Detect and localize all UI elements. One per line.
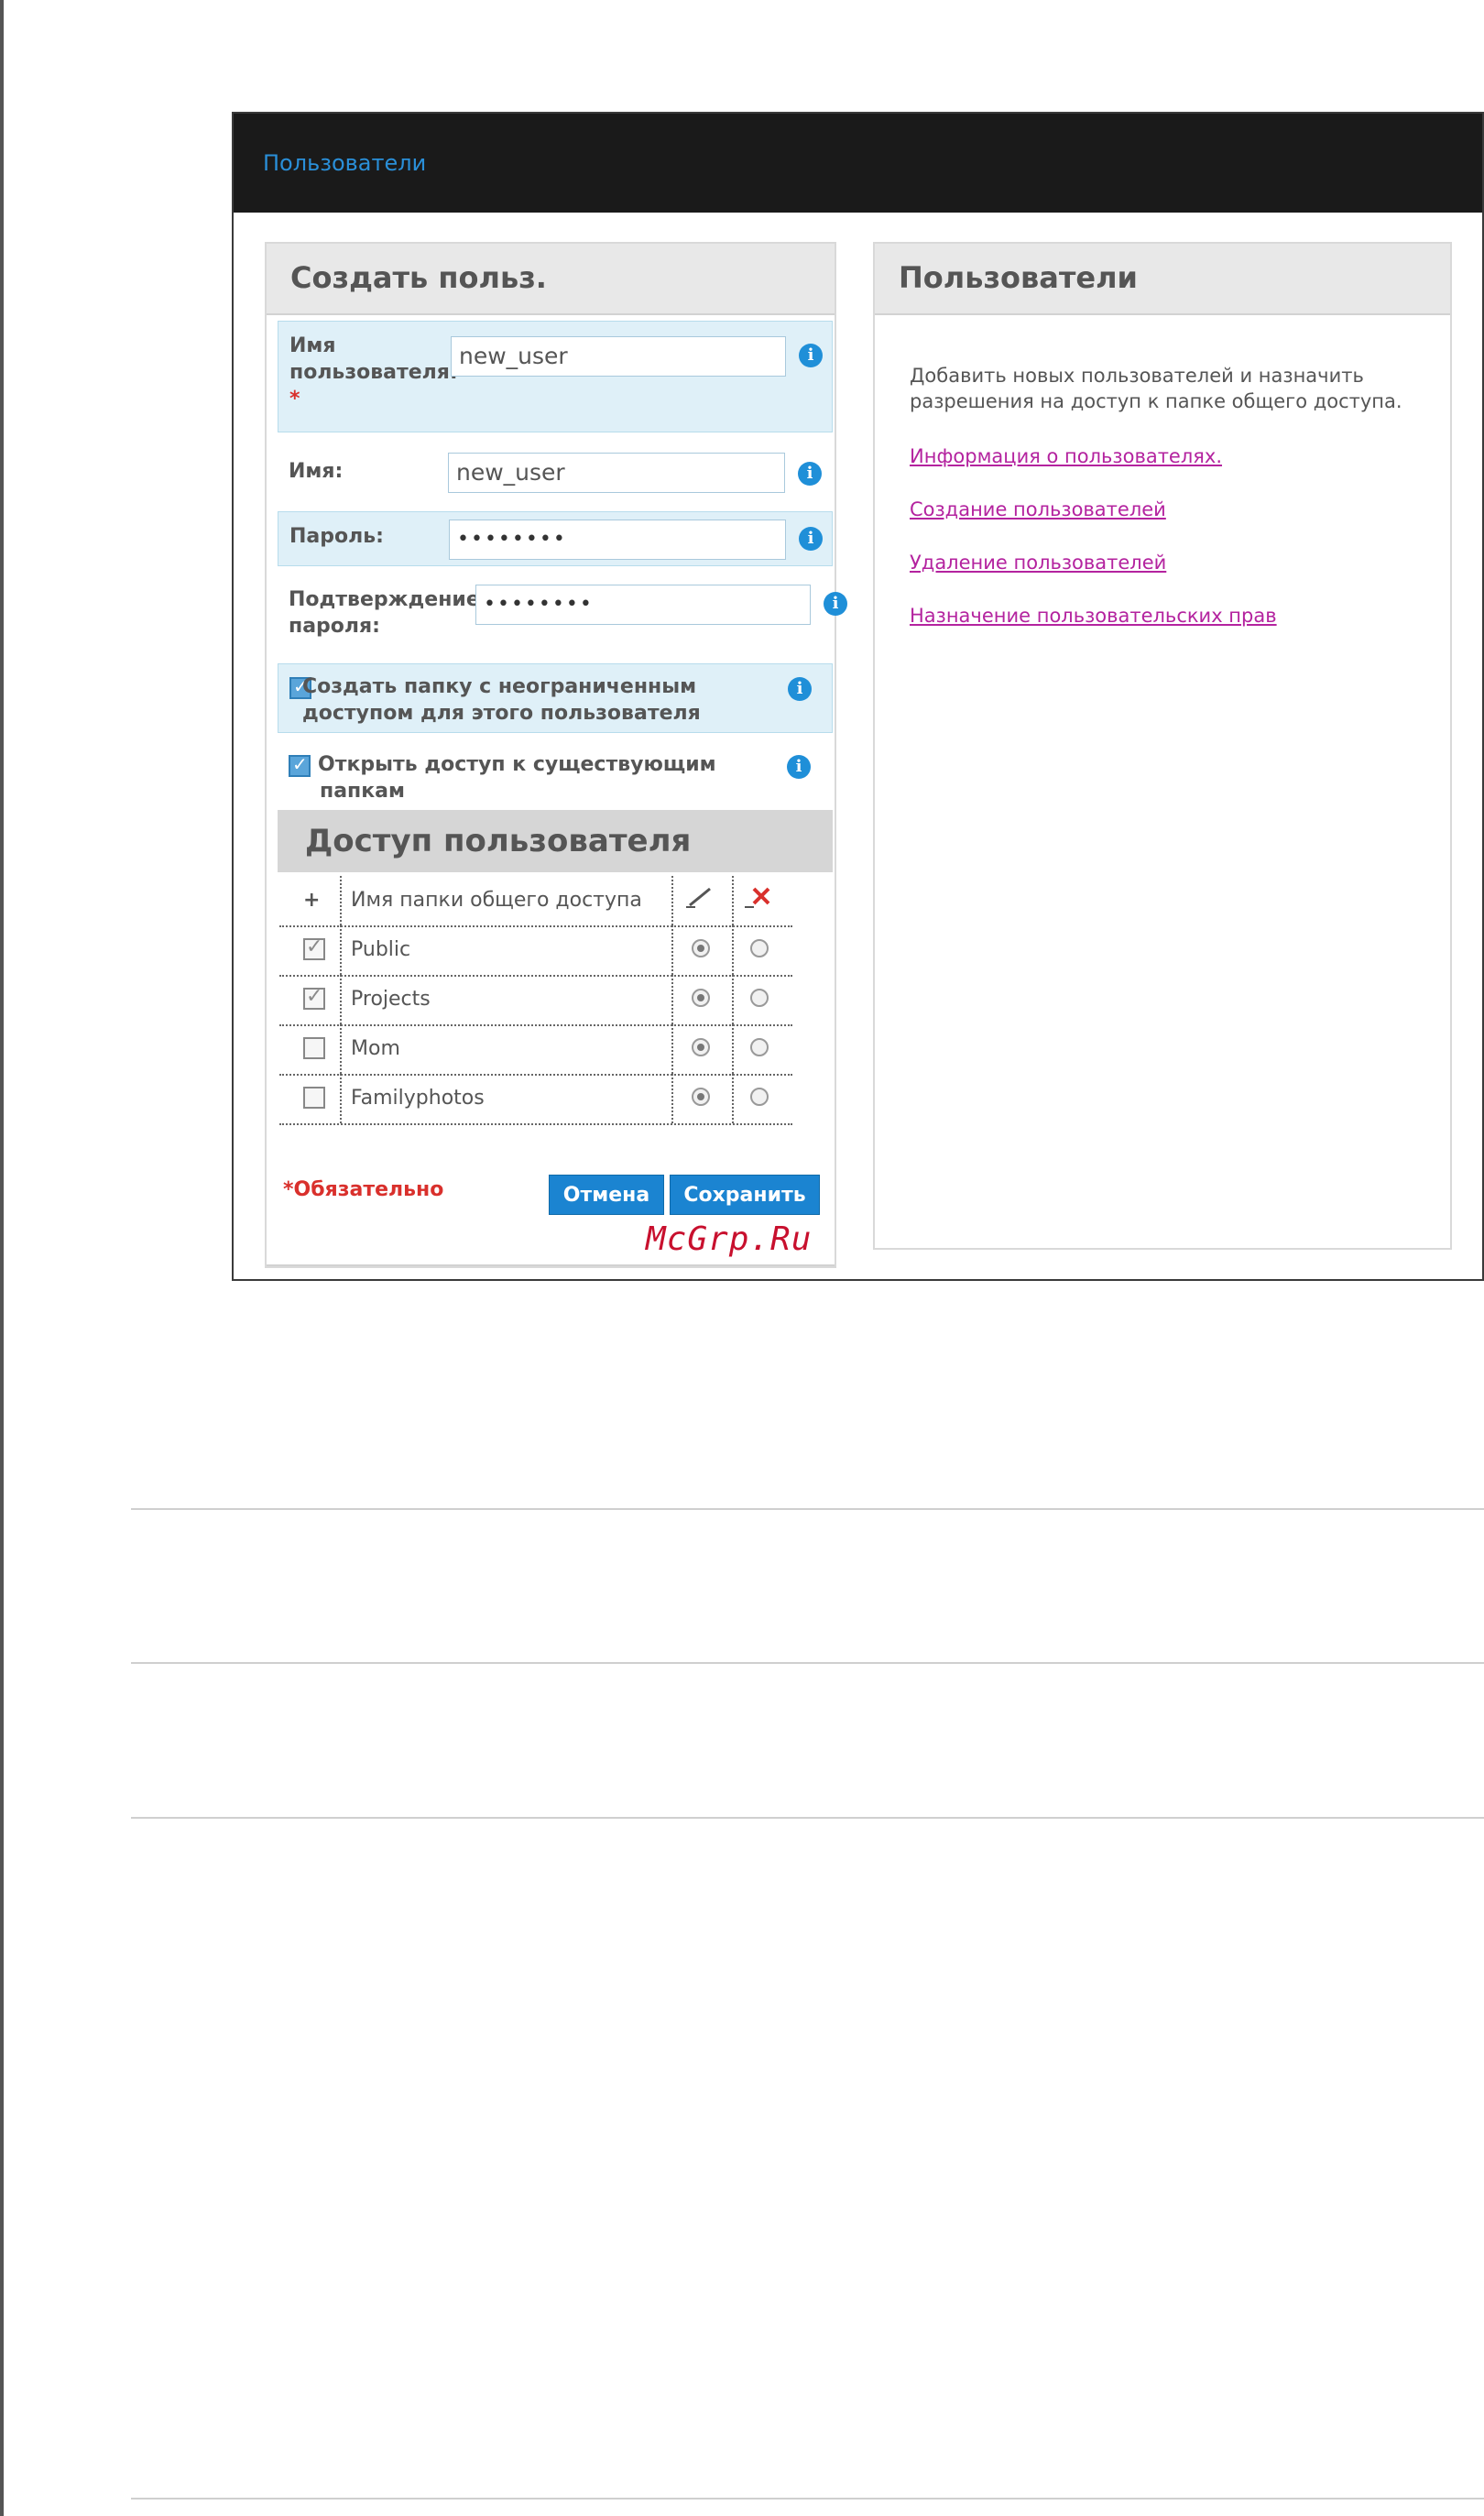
- write-access-radio[interactable]: [692, 1038, 710, 1056]
- link-delete-users[interactable]: Удаление пользователей: [910, 552, 1166, 574]
- username-label: Имя пользователя: *: [289, 334, 458, 410]
- name-row: Имя: new_user i: [278, 442, 833, 504]
- link-assign-rights[interactable]: Назначение пользовательских прав: [910, 605, 1277, 627]
- divider-line: [131, 1508, 1484, 1510]
- footer-divider: [267, 1264, 835, 1266]
- confirm-password-input[interactable]: ••••••••: [475, 585, 811, 625]
- create-folder-row: Создать папку с неограниченным доступом …: [278, 663, 833, 733]
- users-help-panel: Пользователи Добавить новых пользователе…: [873, 242, 1452, 1250]
- folder-name: Projects: [351, 988, 431, 1011]
- write-access-radio[interactable]: [692, 939, 710, 957]
- create-folder-label: Создать папку с неограниченным доступом …: [302, 675, 701, 725]
- users-help-description: Добавить новых пользователей и назначить…: [910, 365, 1402, 412]
- info-icon[interactable]: i: [788, 677, 812, 701]
- create-user-title: Создать польз.: [290, 260, 547, 295]
- user-access-title: Доступ пользователя: [305, 823, 692, 859]
- access-table-header: + Имя папки общего доступа: [279, 876, 792, 927]
- no-access-radio[interactable]: [750, 989, 769, 1007]
- add-icon[interactable]: +: [303, 889, 320, 912]
- create-user-panel: Создать польз. Имя пользователя: * new_u…: [265, 242, 847, 1268]
- table-row: Familyphotos: [279, 1074, 792, 1125]
- folder-checkbox[interactable]: [303, 1087, 325, 1109]
- no-access-radio[interactable]: [750, 939, 769, 957]
- username-input[interactable]: new_user: [451, 336, 786, 377]
- no-access-radio[interactable]: [750, 1088, 769, 1106]
- folder-checkbox[interactable]: [303, 1037, 325, 1059]
- folder-column-header: Имя папки общего доступа: [351, 889, 642, 912]
- info-icon[interactable]: i: [799, 527, 823, 551]
- folder-checkbox[interactable]: [303, 985, 325, 1010]
- username-row: Имя пользователя: * new_user i: [278, 321, 833, 432]
- divider-line: [131, 1662, 1484, 1664]
- folder-name: Mom: [351, 1037, 400, 1060]
- name-input[interactable]: new_user: [448, 453, 785, 493]
- info-icon[interactable]: i: [787, 755, 811, 779]
- link-user-info[interactable]: Информация о пользователях.: [910, 445, 1222, 467]
- share-existing-checkbox[interactable]: [289, 753, 311, 777]
- info-icon[interactable]: i: [798, 462, 822, 486]
- info-icon[interactable]: i: [824, 592, 847, 616]
- cancel-button[interactable]: Отмена: [549, 1175, 664, 1215]
- table-row: Projects: [279, 975, 792, 1026]
- write-access-radio[interactable]: [692, 989, 710, 1007]
- folder-name: Familyphotos: [351, 1087, 485, 1110]
- nav-title-users[interactable]: Пользователи: [263, 150, 426, 176]
- create-user-panel-header: Создать польз.: [267, 244, 835, 315]
- app-window: Пользователи Создать польз. Имя пользова…: [232, 112, 1484, 1281]
- confirm-password-label: Подтверждение пароля:: [289, 588, 480, 638]
- share-existing-label: Открыть доступ к существующим папкам: [318, 753, 716, 803]
- pencil-icon: [686, 885, 714, 914]
- link-create-users[interactable]: Создание пользователей: [910, 498, 1166, 520]
- save-button[interactable]: Сохранить: [670, 1175, 820, 1215]
- users-help-header: Пользователи: [875, 244, 1450, 315]
- no-access-radio[interactable]: [750, 1038, 769, 1056]
- write-access-radio[interactable]: [692, 1088, 710, 1106]
- divider-line: [131, 1817, 1484, 1819]
- page-left-border: [0, 0, 4, 2516]
- user-access-header: Доступ пользователя: [278, 810, 833, 872]
- password-label: Пароль:: [289, 525, 384, 548]
- divider-line: [131, 2498, 1484, 2500]
- watermark: McGrp.Ru: [646, 1220, 813, 1258]
- confirm-password-row: Подтверждение пароля: •••••••• i: [278, 575, 847, 654]
- users-help-title: Пользователи: [899, 260, 1138, 295]
- folder-name: Public: [351, 938, 411, 961]
- name-label: Имя:: [289, 460, 344, 483]
- red-x-icon: [745, 885, 772, 914]
- table-row: Mom: [279, 1024, 792, 1076]
- top-nav-bar: Пользователи: [234, 114, 1482, 213]
- table-row: Public: [279, 925, 792, 977]
- share-existing-row: Открыть доступ к существующим папкам i: [278, 742, 833, 806]
- required-note: *Обязательно: [283, 1178, 444, 1201]
- info-icon[interactable]: i: [799, 344, 823, 367]
- password-input[interactable]: ••••••••: [449, 520, 786, 560]
- folder-checkbox[interactable]: [303, 935, 325, 960]
- password-row: Пароль: •••••••• i: [278, 511, 833, 566]
